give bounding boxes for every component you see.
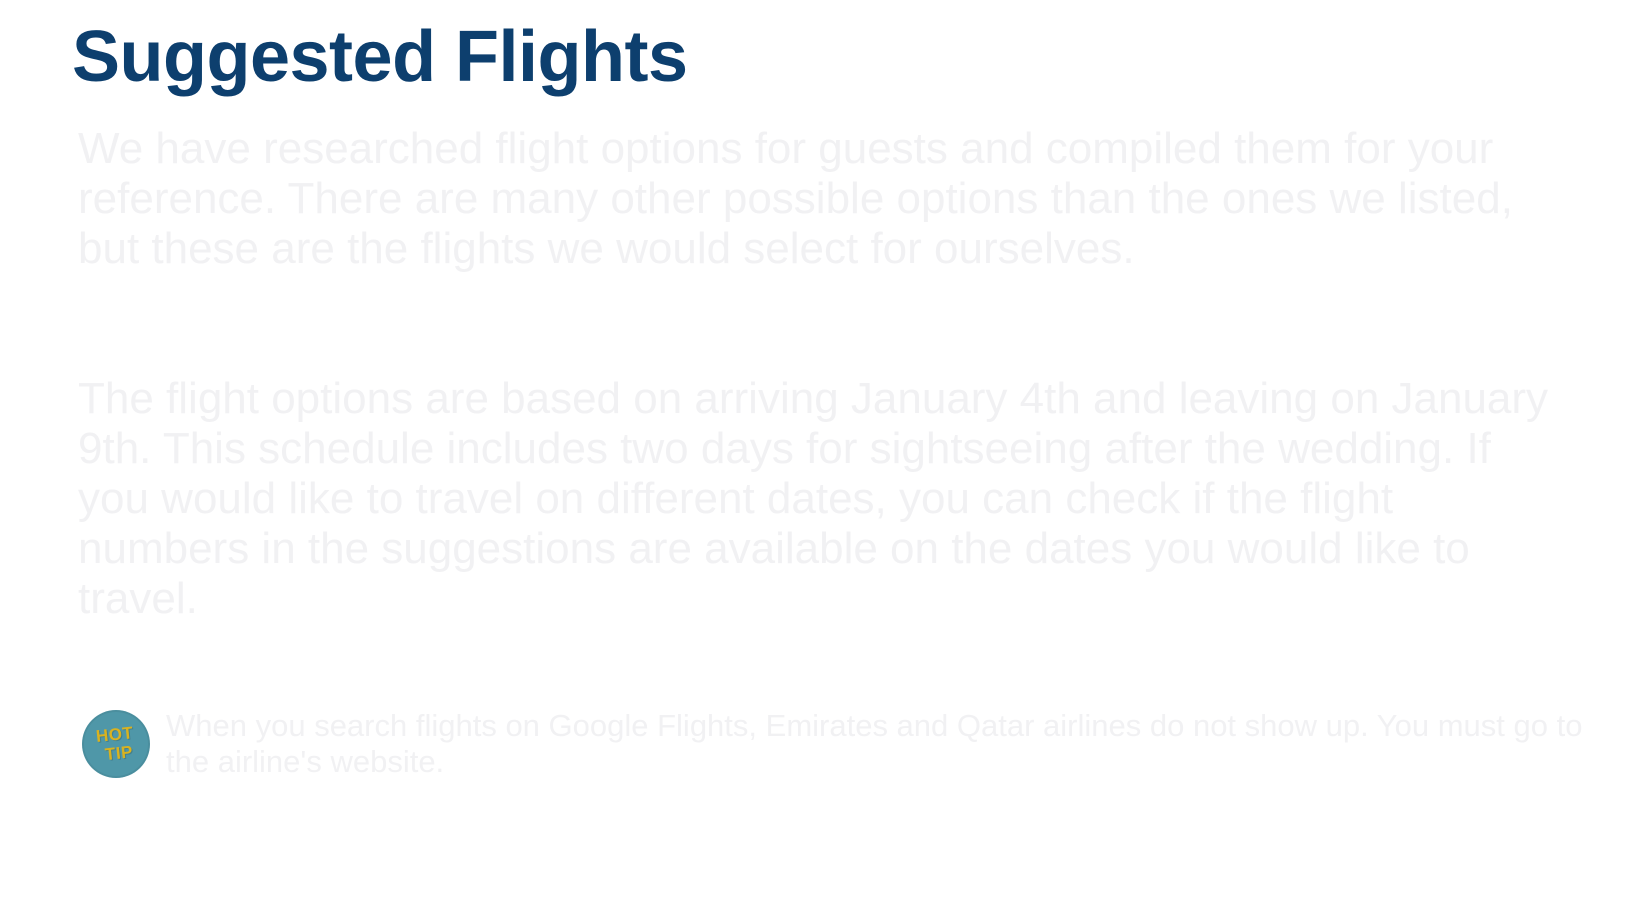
hot-tip: HOT TIP When you search flights on Googl… bbox=[82, 708, 1582, 788]
page: Suggested Flights We have researched fli… bbox=[0, 0, 1650, 900]
hot-tip-badge-line-2: TIP bbox=[104, 742, 134, 765]
hot-tip-badge-icon: HOT TIP bbox=[82, 710, 150, 778]
page-title: Suggested Flights bbox=[72, 17, 688, 97]
schedule-paragraph: The flight options are based on arriving… bbox=[78, 374, 1549, 623]
intro-paragraph: We have researched flight options for gu… bbox=[78, 124, 1513, 273]
hot-tip-text: When you search flights on Google Flight… bbox=[166, 708, 1583, 779]
